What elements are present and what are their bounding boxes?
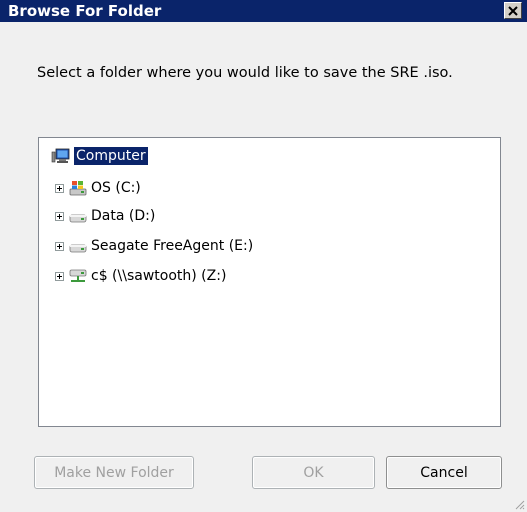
resize-grip-icon[interactable]: [513, 498, 525, 510]
expand-icon[interactable]: [55, 211, 64, 221]
tree-node-data-d[interactable]: Data (D:): [55, 205, 155, 227]
instruction-text: Select a folder where you would like to …: [37, 65, 453, 81]
expand-icon[interactable]: [55, 271, 64, 281]
tree-node-label: c$ (\\sawtooth) (Z:): [91, 268, 227, 284]
close-icon: [508, 5, 518, 16]
computer-icon: [51, 148, 70, 163]
network-drive-icon: [69, 269, 87, 282]
tree-node-network-z[interactable]: c$ (\\sawtooth) (Z:): [55, 265, 226, 287]
tree-node-label: Data (D:): [91, 208, 156, 224]
folder-tree[interactable]: Computer OS (C:) Data (D:) Seagate FreeA…: [38, 137, 501, 427]
expand-icon[interactable]: [55, 241, 64, 251]
cancel-button[interactable]: Cancel: [386, 456, 502, 489]
dialog-title: Browse For Folder: [8, 2, 162, 20]
tree-node-os-c[interactable]: OS (C:): [55, 177, 141, 199]
tree-node-seagate-e[interactable]: Seagate FreeAgent (E:): [55, 235, 253, 257]
tree-node-computer[interactable]: Computer: [51, 145, 148, 167]
title-bar[interactable]: Browse For Folder: [0, 0, 527, 22]
close-button[interactable]: [504, 2, 522, 19]
expand-icon[interactable]: [55, 183, 64, 193]
drive-icon: [69, 214, 87, 223]
drive-icon: [69, 244, 87, 253]
ok-button[interactable]: OK: [252, 456, 375, 489]
browse-folder-dialog: Browse For Folder Select a folder where …: [0, 0, 527, 512]
tree-node-label: Seagate FreeAgent (E:): [91, 238, 254, 254]
os-drive-icon: [69, 181, 87, 196]
make-new-folder-button[interactable]: Make New Folder: [34, 456, 194, 489]
tree-node-label: Computer: [74, 147, 148, 165]
tree-node-label: OS (C:): [91, 180, 141, 196]
